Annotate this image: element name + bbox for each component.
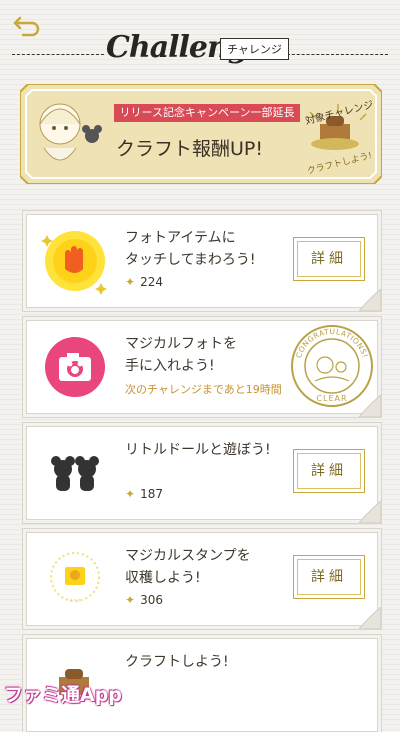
challenge-card[interactable]: フォトアイテムに タッチしてまわろう! ✦ 224 詳細 xyxy=(26,214,381,311)
details-button[interactable]: 詳細 xyxy=(293,237,365,281)
title-badge: チャレンジ xyxy=(220,38,289,60)
details-button[interactable]: 詳細 xyxy=(293,449,365,493)
page-curl-icon xyxy=(359,607,381,629)
challenge-title-line1: マジカルスタンプを xyxy=(125,548,251,564)
reward-points-value: 224 xyxy=(140,275,163,289)
challenge-title-line1: リトルドールと遊ぼう! xyxy=(125,442,271,458)
header: Challenge チャレンジ xyxy=(0,0,400,78)
reward-points: ✦ 306 xyxy=(125,593,163,607)
page-curl-icon xyxy=(359,289,381,311)
sparkle-icon: ✦ xyxy=(125,593,136,607)
challenge-title-line1: フォトアイテムに xyxy=(125,230,236,246)
campaign-red-label: リリース記念キャンペーン一部延長 xyxy=(114,104,300,122)
challenge-title-line2: 手に入れよう! xyxy=(125,358,215,374)
challenge-title-line1: クラフトしよう! xyxy=(125,654,229,670)
reward-points: ✦ 224 xyxy=(125,275,163,289)
watermark-logo: ファミ通App xyxy=(4,684,122,706)
challenge-card[interactable]: マジカルフォトを 手に入れよう! 次のチャレンジまであと19時間 CONGRAT… xyxy=(26,320,381,417)
header-divider-right xyxy=(282,54,388,55)
page-curl-icon xyxy=(359,501,381,523)
campaign-main-text: クラフト報酬UP! xyxy=(116,138,263,160)
glove-touch-icon xyxy=(41,231,107,295)
reward-points-value: 306 xyxy=(140,593,163,607)
reward-points-value: 187 xyxy=(140,487,163,501)
reward-points: ✦ 187 xyxy=(125,487,163,501)
details-button[interactable]: 詳細 xyxy=(293,555,365,599)
back-arrow-icon[interactable] xyxy=(12,12,42,40)
sparkle-icon: ✦ xyxy=(125,487,136,501)
challenge-title-line2: 収穫しよう! xyxy=(125,570,201,586)
challenge-card[interactable]: リトルドールと遊ぼう! ✦ 187 詳細 xyxy=(26,426,381,523)
challenge-card[interactable]: ◦◦◦ マジカルスタンプを 収穫しよう! ✦ 306 詳細 xyxy=(26,532,381,629)
challenge-title-line1: マジカルフォトを xyxy=(125,336,237,352)
page-curl-icon xyxy=(359,395,381,417)
sparkle-icon: ✦ xyxy=(125,275,136,289)
camera-icon xyxy=(45,337,105,397)
stamp-top-text: CONGRATULATIONS! xyxy=(294,327,369,359)
svg-text:◦◦◦: ◦◦◦ xyxy=(69,597,81,605)
svg-text:CONGRATULATIONS!: CONGRATULATIONS! xyxy=(294,327,370,359)
stamp-bottom-text: CLEAR xyxy=(316,394,347,403)
challenge-title-line2: タッチしてまわろう! xyxy=(125,252,256,268)
next-challenge-countdown: 次のチャレンジまであと19時間 xyxy=(125,383,282,396)
mouse-silhouette-icon xyxy=(51,456,99,491)
stamp-icon: ◦◦◦ xyxy=(50,552,100,605)
header-divider-left xyxy=(12,54,104,55)
